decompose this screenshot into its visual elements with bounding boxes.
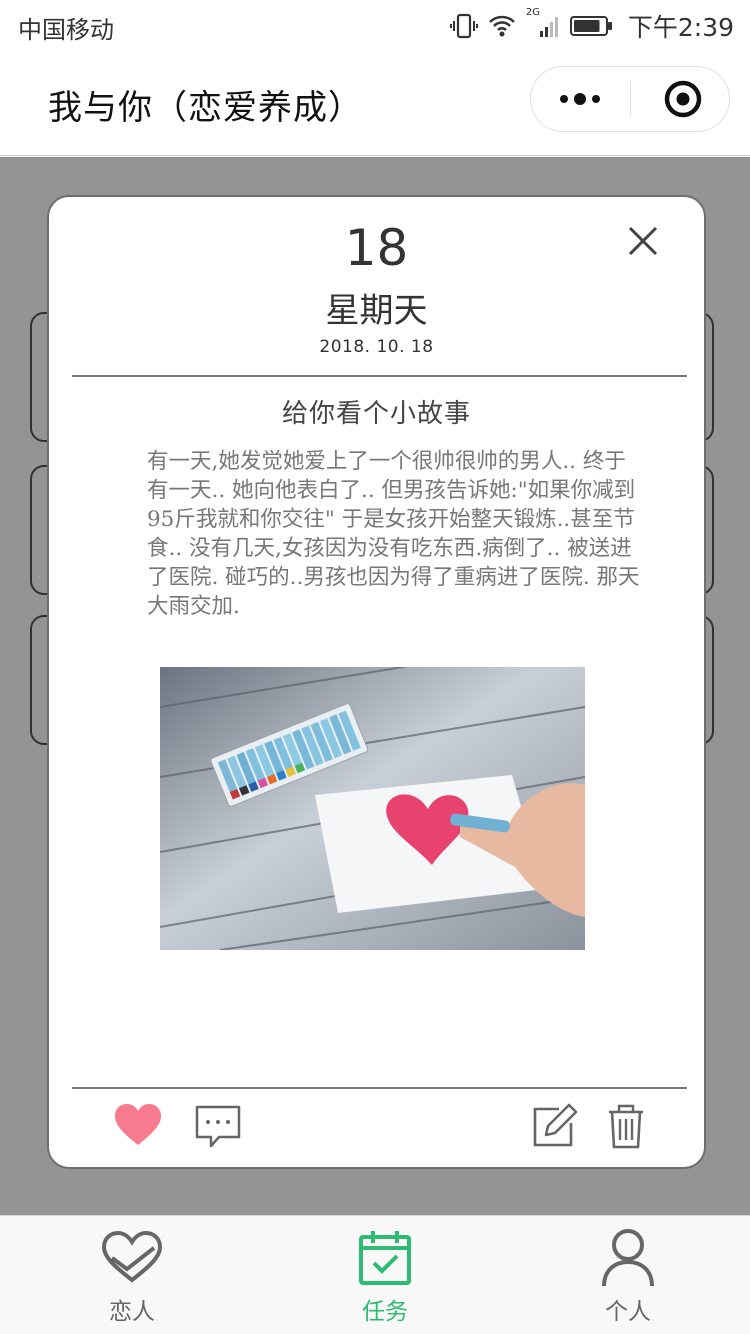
divider — [72, 1087, 687, 1089]
story-text: 有一天,她发觉她爱上了一个很帅很帅的男人.. 终于有一天.. 她向他表白了.. … — [147, 449, 640, 619]
network-type: 2G — [525, 7, 540, 18]
edit-button[interactable] — [529, 1101, 579, 1151]
story-heading: 给你看个小故事 — [281, 399, 471, 429]
heart-icon — [115, 1104, 161, 1145]
divider — [72, 375, 687, 377]
cell-signal-icon: 2G — [526, 7, 560, 39]
carrier-name: 中国移动 — [18, 16, 114, 44]
tab-label: 个人 — [605, 1299, 651, 1325]
tab-lover[interactable]: 恋人 — [52, 1216, 212, 1334]
status-icons: 2G 下午2:39 — [449, 7, 734, 44]
tab-label: 任务 — [362, 1299, 408, 1325]
full-date: 2018. 10. 18 — [319, 337, 434, 357]
vibrate-icon — [449, 12, 478, 40]
day-number: 18 — [344, 219, 409, 277]
comment-button[interactable] — [193, 1101, 243, 1151]
wifi-icon — [488, 13, 516, 39]
tab-profile[interactable]: 个人 — [548, 1216, 708, 1334]
nav-bar: 我与你（恋爱养成） — [0, 52, 750, 156]
person-icon — [602, 1229, 654, 1287]
more-icon — [560, 93, 600, 105]
heart-outline-icon — [101, 1230, 163, 1283]
clock: 下午2:39 — [627, 13, 734, 42]
more-button[interactable] — [531, 67, 630, 131]
trash-icon — [609, 1104, 643, 1149]
modal-close-button[interactable] — [623, 221, 663, 261]
tab-tasks[interactable]: 任务 — [305, 1216, 465, 1334]
calendar-check-icon — [359, 1231, 411, 1285]
edit-icon — [533, 1103, 578, 1147]
tab-label: 恋人 — [109, 1299, 155, 1325]
miniprogram-capsule — [530, 66, 730, 132]
delete-button[interactable] — [601, 1101, 651, 1151]
close-target-icon — [664, 80, 702, 118]
exit-button[interactable] — [631, 67, 730, 131]
close-icon — [628, 226, 658, 256]
story-photo — [160, 667, 585, 950]
weekday: 星期天 — [325, 291, 428, 331]
like-button[interactable] — [113, 1101, 163, 1151]
tab-bar: 恋人 任务 个人 — [0, 1215, 750, 1334]
status-bar: 中国移动 2G 下午2:39 — [0, 0, 750, 52]
battery-icon — [569, 14, 614, 38]
story-modal: 18 星期天 2018. 10. 18 给你看个小故事 有一天,她发觉她爱上了一… — [47, 195, 706, 1169]
page-title: 我与你（恋爱养成） — [48, 88, 363, 128]
comment-icon — [195, 1105, 241, 1148]
